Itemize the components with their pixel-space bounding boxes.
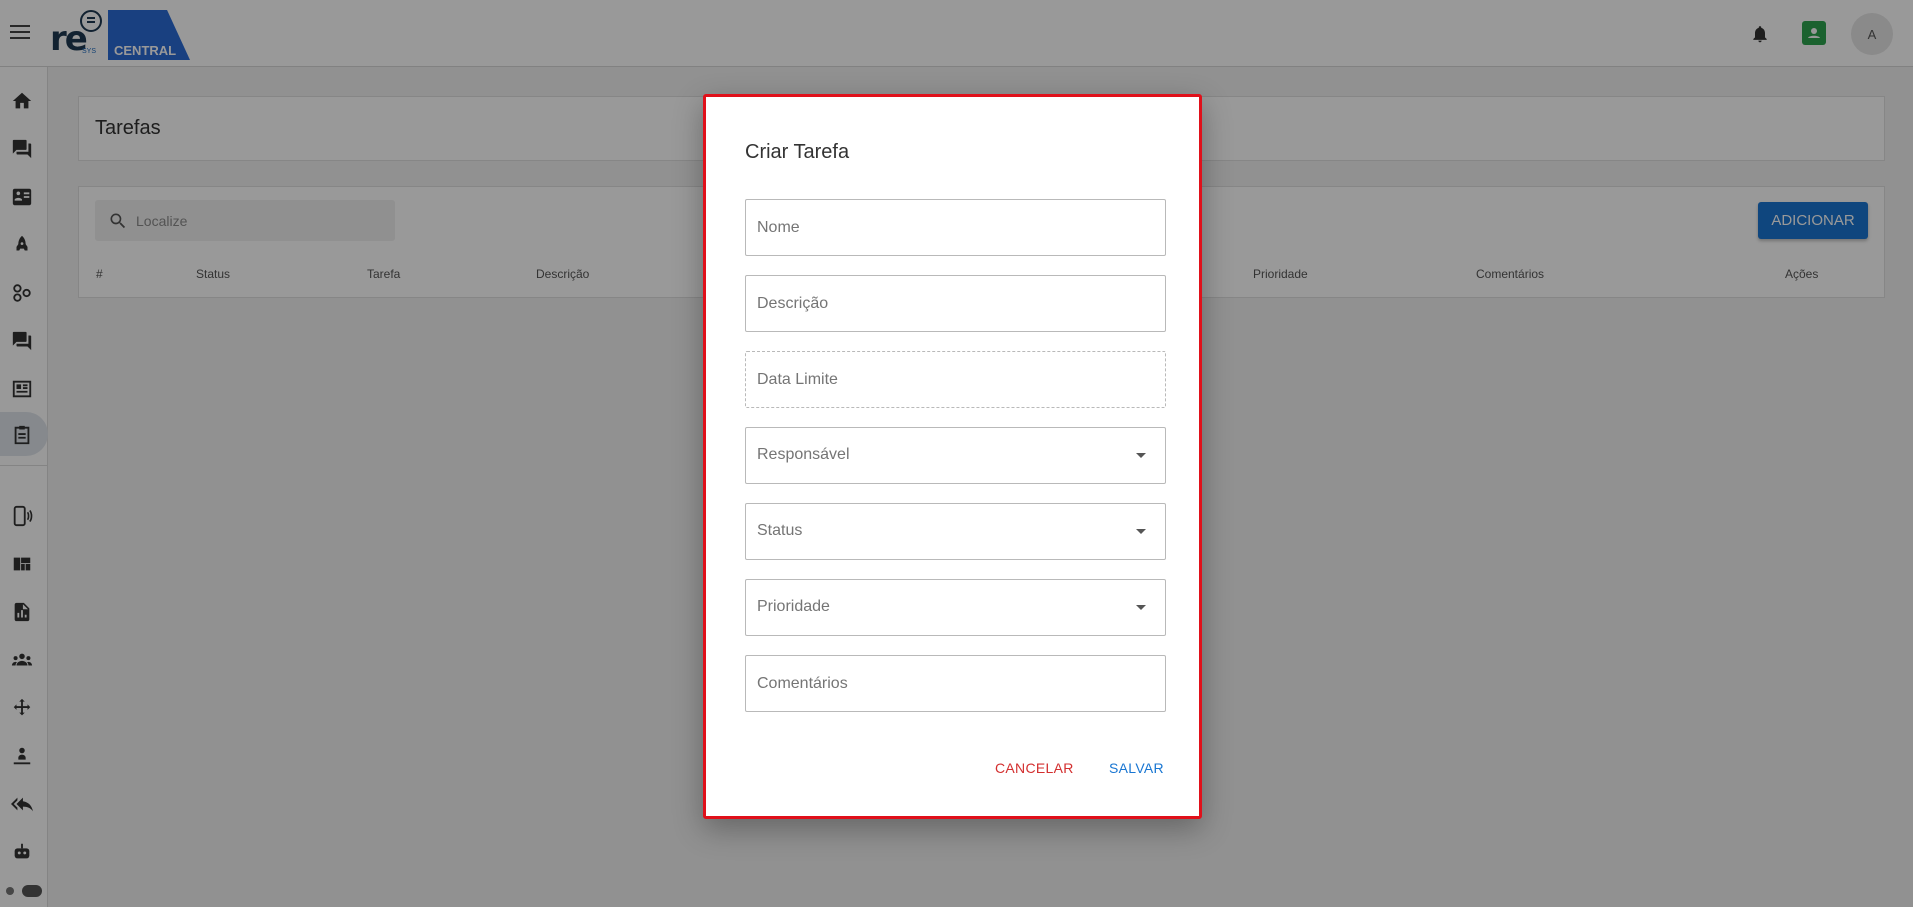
name-field[interactable] — [745, 199, 1166, 256]
description-input[interactable] — [746, 276, 1165, 331]
description-field[interactable] — [745, 275, 1166, 332]
chevron-down-icon[interactable] — [1136, 605, 1146, 610]
priority-select[interactable]: Prioridade — [745, 579, 1166, 636]
priority-label: Prioridade — [757, 598, 830, 615]
dialog-title: Criar Tarefa — [745, 141, 850, 163]
due-date-input[interactable] — [746, 352, 1165, 407]
chevron-down-icon[interactable] — [1136, 453, 1146, 458]
cancel-button[interactable]: CANCELAR — [995, 760, 1074, 776]
due-date-field[interactable] — [745, 351, 1166, 408]
assignee-label: Responsável — [757, 446, 850, 463]
chevron-down-icon[interactable] — [1136, 529, 1146, 534]
name-input[interactable] — [746, 200, 1165, 255]
comments-field[interactable] — [745, 655, 1166, 712]
status-label: Status — [757, 522, 803, 539]
assignee-select[interactable]: Responsável — [745, 427, 1166, 484]
save-button[interactable]: SALVAR — [1109, 760, 1164, 776]
status-select[interactable]: Status — [745, 503, 1166, 560]
comments-input[interactable] — [746, 656, 1165, 711]
create-task-dialog: Criar Tarefa Responsável Status Priorida… — [703, 94, 1202, 819]
